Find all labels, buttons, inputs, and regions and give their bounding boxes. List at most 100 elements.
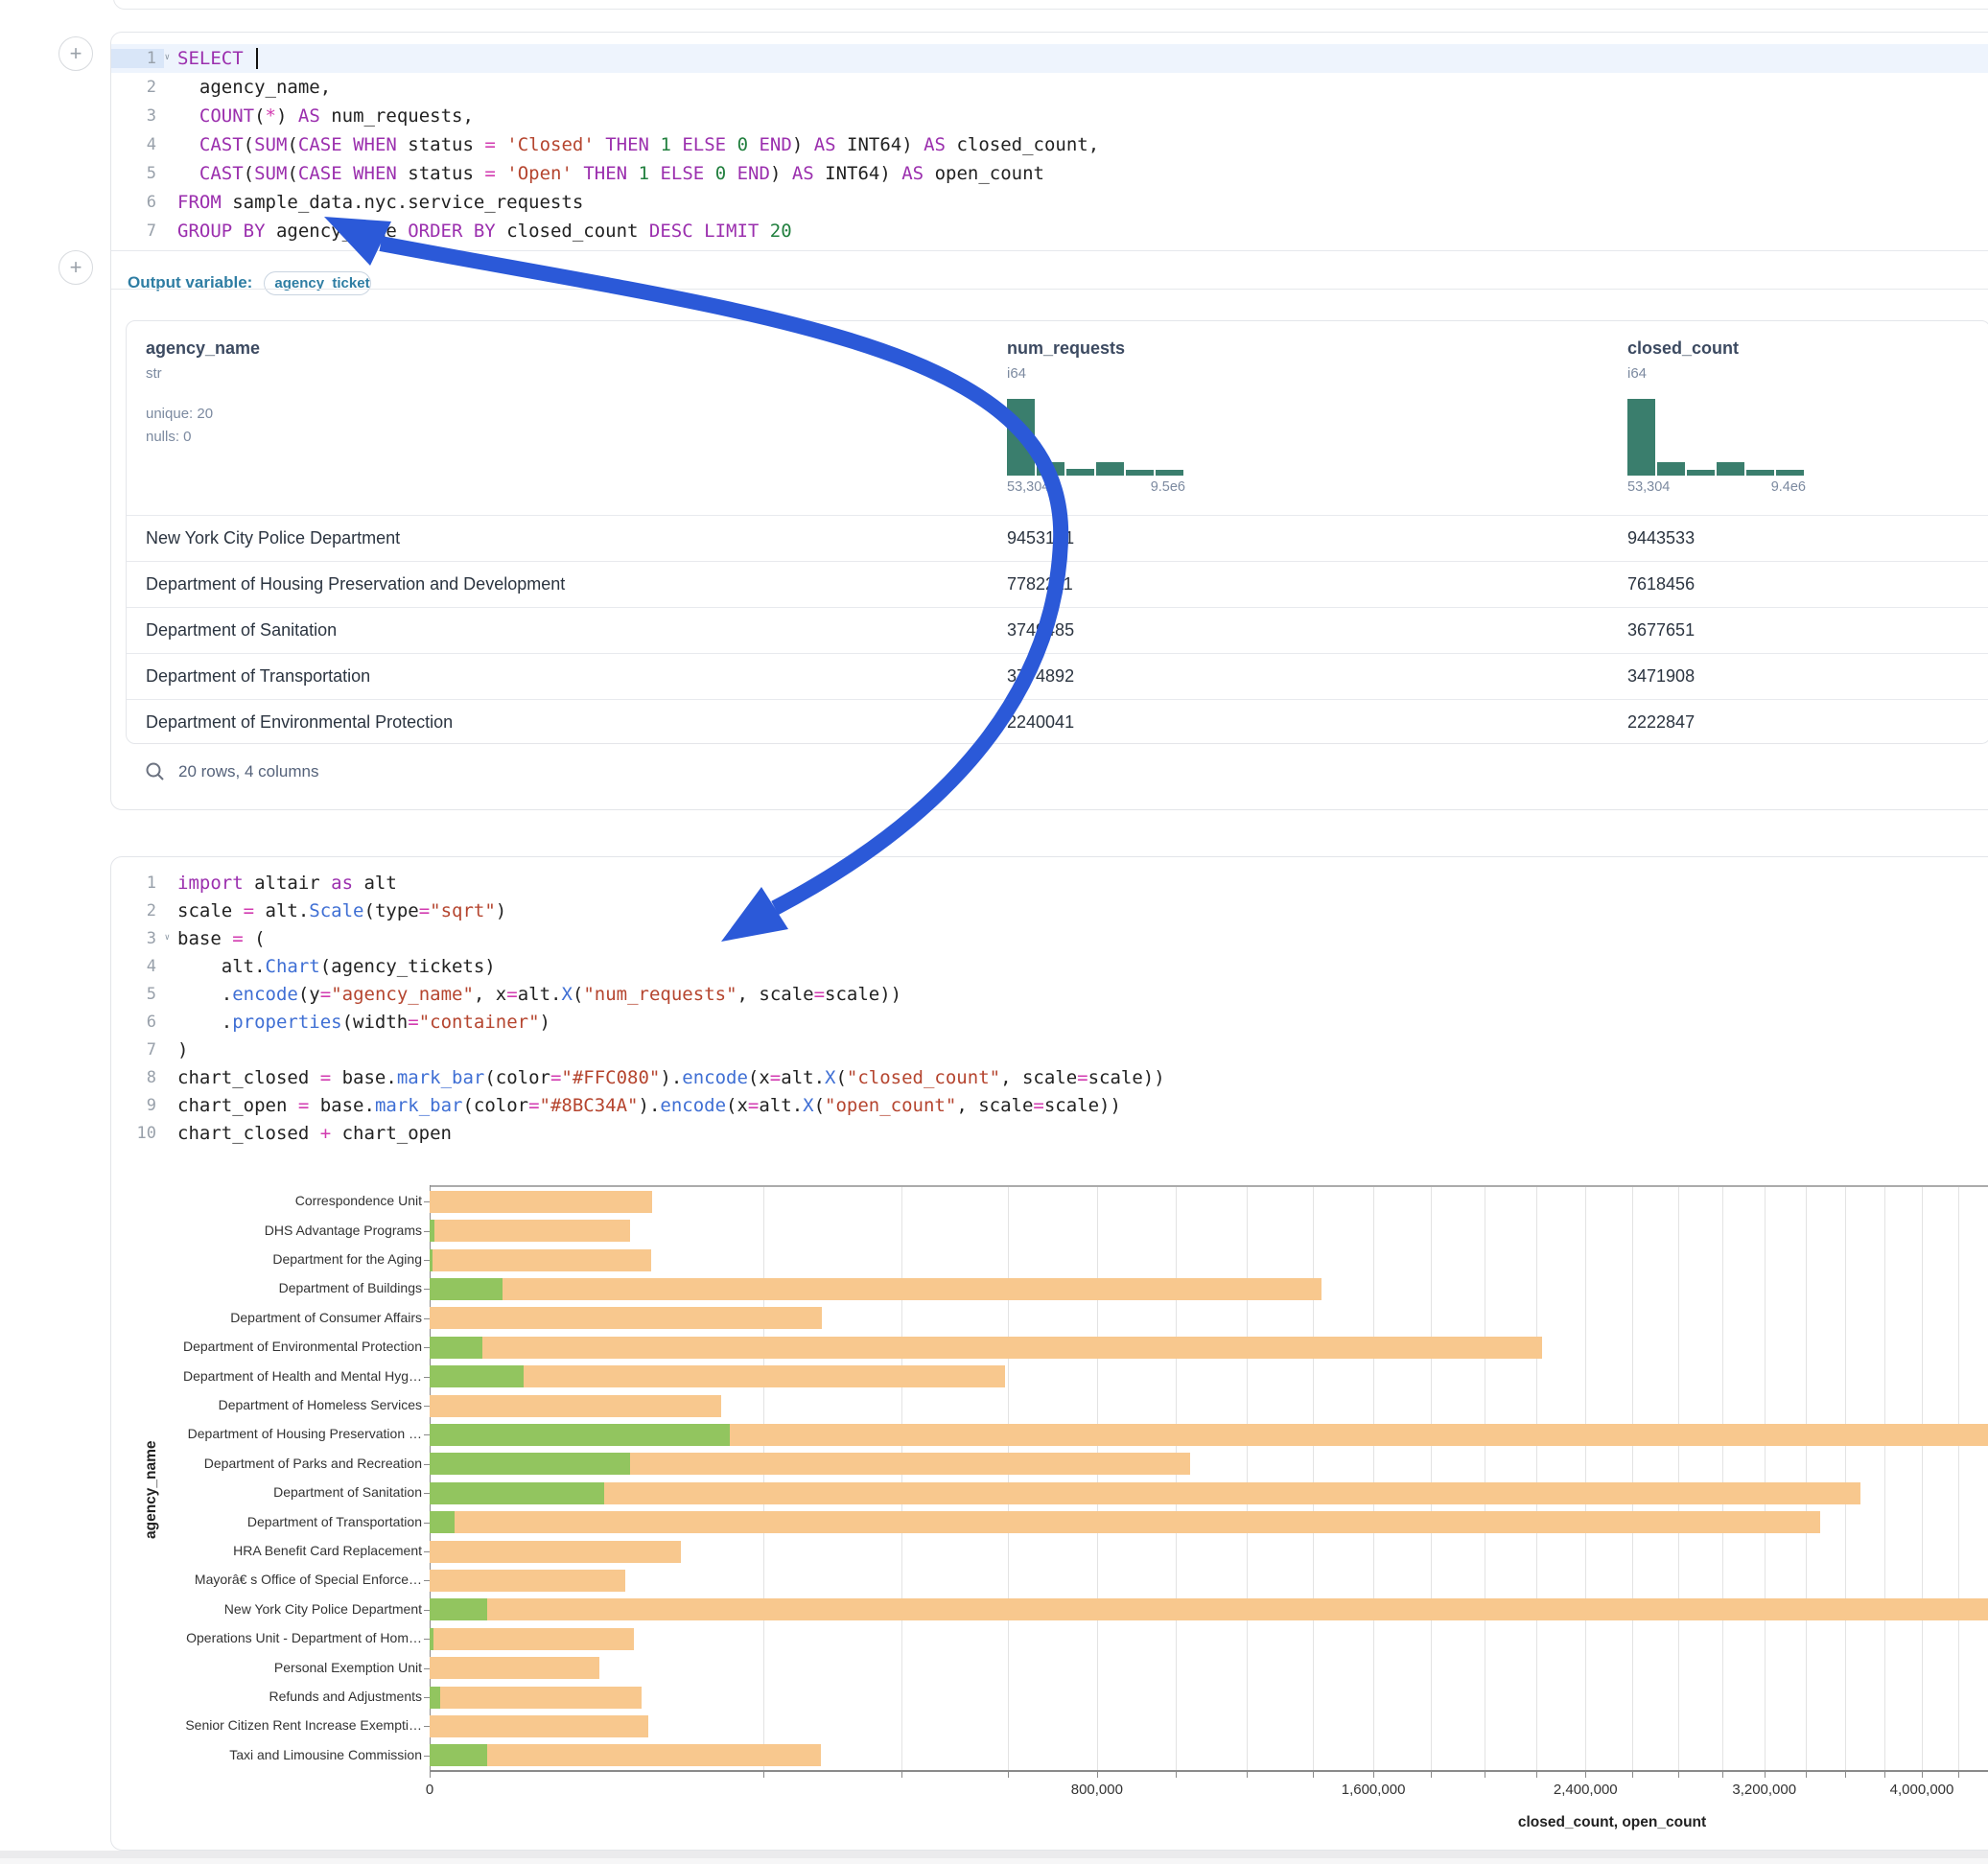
table-row[interactable]: Department of Transportation 3774892 34719… [127, 653, 1988, 699]
code-line[interactable]: 4 CAST(SUM(CASE WHEN status = 'Closed' T… [111, 130, 1988, 159]
table-cell: Department of Transportation [146, 666, 370, 687]
y-axis-tick [424, 1580, 430, 1581]
bar-closed_count[interactable] [430, 1541, 681, 1563]
gridline [1884, 1185, 1885, 1770]
column-header-closed_count[interactable]: closed_counti6453,3049.4e6 [1627, 338, 1806, 495]
bar-open_count[interactable] [430, 1598, 487, 1620]
gridline [1008, 1185, 1009, 1770]
histogram-axis-labels: 53,3049.4e6 [1627, 479, 1806, 495]
search-icon[interactable] [145, 761, 165, 781]
code-line[interactable]: 1import altair as alt [111, 869, 1988, 897]
bar-open_count[interactable] [430, 1278, 503, 1300]
results-table: agency_namestrunique: 20nulls: 0 num_requ… [126, 320, 1988, 744]
x-axis-tick [1313, 1772, 1314, 1778]
table-row[interactable]: Department of Environmental Protection22… [127, 699, 1988, 744]
x-axis-tick [763, 1772, 764, 1778]
bar-open_count[interactable] [430, 1220, 434, 1242]
bar-closed_count[interactable] [430, 1307, 822, 1329]
code-line[interactable]: 10chart_closed + chart_open [111, 1119, 1988, 1147]
bar-closed_count[interactable] [430, 1715, 648, 1737]
code-line[interactable]: 6 .properties(width="container") [111, 1008, 1988, 1036]
bar-closed_count[interactable] [430, 1687, 642, 1709]
bar-closed_count[interactable] [430, 1395, 721, 1417]
bar-open_count[interactable] [430, 1628, 433, 1650]
fold-chevron-icon[interactable]: ∨ [165, 933, 170, 943]
code-line[interactable]: 2scale = alt.Scale(type="sqrt") [111, 897, 1988, 924]
bar-open_count[interactable] [430, 1365, 524, 1387]
column-header-agency_name[interactable]: agency_namestrunique: 20nulls: 0 [146, 338, 260, 449]
fold-chevron-icon[interactable]: ∨ [165, 53, 170, 62]
bar-closed_count[interactable] [430, 1337, 1542, 1359]
y-axis-tick [424, 1551, 430, 1552]
x-axis-tick-label: 2,400,000 [1554, 1782, 1618, 1798]
y-axis-tick [424, 1347, 430, 1348]
altair-bar-chart: Correspondence UnitDHS Advantage Program… [111, 1164, 1988, 1835]
line-number: 6 [111, 193, 164, 212]
bar-open_count[interactable] [430, 1424, 730, 1446]
notebook-page: + + 1∨SELECT 2 agency_name,3 COUNT(*) AS… [0, 0, 1988, 1864]
code-line[interactable]: 1∨SELECT [111, 44, 1988, 73]
bar-closed_count[interactable] [430, 1628, 634, 1650]
line-number: 3 [111, 106, 164, 126]
output-variable-badge[interactable]: agency_tickets [264, 271, 371, 295]
line-number: 1∨ [111, 49, 164, 68]
y-axis-tick [424, 1231, 430, 1232]
y-axis-tick [424, 1406, 430, 1407]
code-line[interactable]: 8chart_closed = base.mark_bar(color="#FF… [111, 1063, 1988, 1091]
code-text: import altair as alt [164, 873, 397, 894]
column-header-num_requests[interactable]: num_requestsi6453,3049.5e6 [1007, 338, 1185, 495]
code-text: FROM sample_data.nyc.service_requests [164, 192, 583, 213]
bar-open_count[interactable] [430, 1482, 604, 1504]
y-axis-tick [424, 1377, 430, 1378]
column-name: num_requests [1007, 338, 1185, 359]
code-line[interactable]: 3 COUNT(*) AS num_requests, [111, 102, 1988, 130]
code-line[interactable]: 3∨base = ( [111, 924, 1988, 952]
table-row[interactable]: Department of Sanitation37494853677651 [127, 607, 1988, 653]
code-line[interactable]: 2 agency_name, [111, 73, 1988, 102]
column-type: i64 [1007, 365, 1185, 382]
histogram-bar [1096, 462, 1124, 476]
bar-open_count[interactable] [430, 1687, 440, 1709]
table-cell: 3774892 [1007, 666, 1074, 687]
table-cell: 9453131 [1007, 528, 1074, 548]
y-axis-label: Department of Sanitation [273, 1484, 422, 1500]
bar-open_count[interactable] [430, 1249, 433, 1271]
sql-code-editor[interactable]: 1∨SELECT 2 agency_name,3 COUNT(*) AS num… [111, 44, 1988, 245]
table-row[interactable]: New York City Police Department945313194… [127, 515, 1988, 561]
add-cell-button-middle[interactable]: + [58, 250, 93, 285]
bar-open_count[interactable] [430, 1511, 455, 1533]
table-row[interactable]: Department of Housing Preservation and D… [127, 561, 1988, 607]
bar-open_count[interactable] [430, 1337, 482, 1359]
bar-closed_count[interactable] [430, 1598, 1988, 1620]
bar-closed_count[interactable] [430, 1249, 651, 1271]
code-line[interactable]: 5 .encode(y="agency_name", x=alt.X("num_… [111, 980, 1988, 1008]
code-line[interactable]: 4 alt.Chart(agency_tickets) [111, 952, 1988, 980]
x-axis-tick [1958, 1772, 1959, 1778]
x-axis-tick [1922, 1772, 1923, 1778]
bar-open_count[interactable] [430, 1744, 487, 1766]
table-cell: 3471908 [1627, 666, 1695, 687]
add-cell-button-top[interactable]: + [58, 36, 93, 71]
code-line[interactable]: 7GROUP BY agency_name ORDER BY closed_co… [111, 217, 1988, 245]
line-number: 7 [111, 1040, 164, 1060]
bar-open_count[interactable] [430, 1453, 630, 1475]
bar-closed_count[interactable] [430, 1511, 1820, 1533]
table-cell: Department of Environmental Protection [146, 712, 453, 733]
code-text: .properties(width="container") [164, 1012, 550, 1033]
y-axis-label: Personal Exemption Unit [274, 1660, 422, 1675]
y-axis-label: Department of Environmental Protection [183, 1339, 422, 1354]
y-axis-label: Department of Health and Mental Hyg… [183, 1368, 422, 1384]
x-axis-tick [901, 1772, 902, 1778]
bar-closed_count[interactable] [430, 1482, 1860, 1504]
code-line[interactable]: 7) [111, 1036, 1988, 1063]
bar-closed_count[interactable] [430, 1278, 1321, 1300]
bar-closed_count[interactable] [430, 1744, 821, 1766]
bar-closed_count[interactable] [430, 1191, 652, 1213]
bar-closed_count[interactable] [430, 1220, 630, 1242]
python-code-editor[interactable]: 1import altair as alt2scale = alt.Scale(… [111, 869, 1988, 1147]
bar-closed_count[interactable] [430, 1657, 599, 1679]
bar-closed_count[interactable] [430, 1570, 625, 1592]
code-line[interactable]: 6FROM sample_data.nyc.service_requests [111, 188, 1988, 217]
code-line[interactable]: 5 CAST(SUM(CASE WHEN status = 'Open' THE… [111, 159, 1988, 188]
code-line[interactable]: 9chart_open = base.mark_bar(color="#8BC3… [111, 1091, 1988, 1119]
